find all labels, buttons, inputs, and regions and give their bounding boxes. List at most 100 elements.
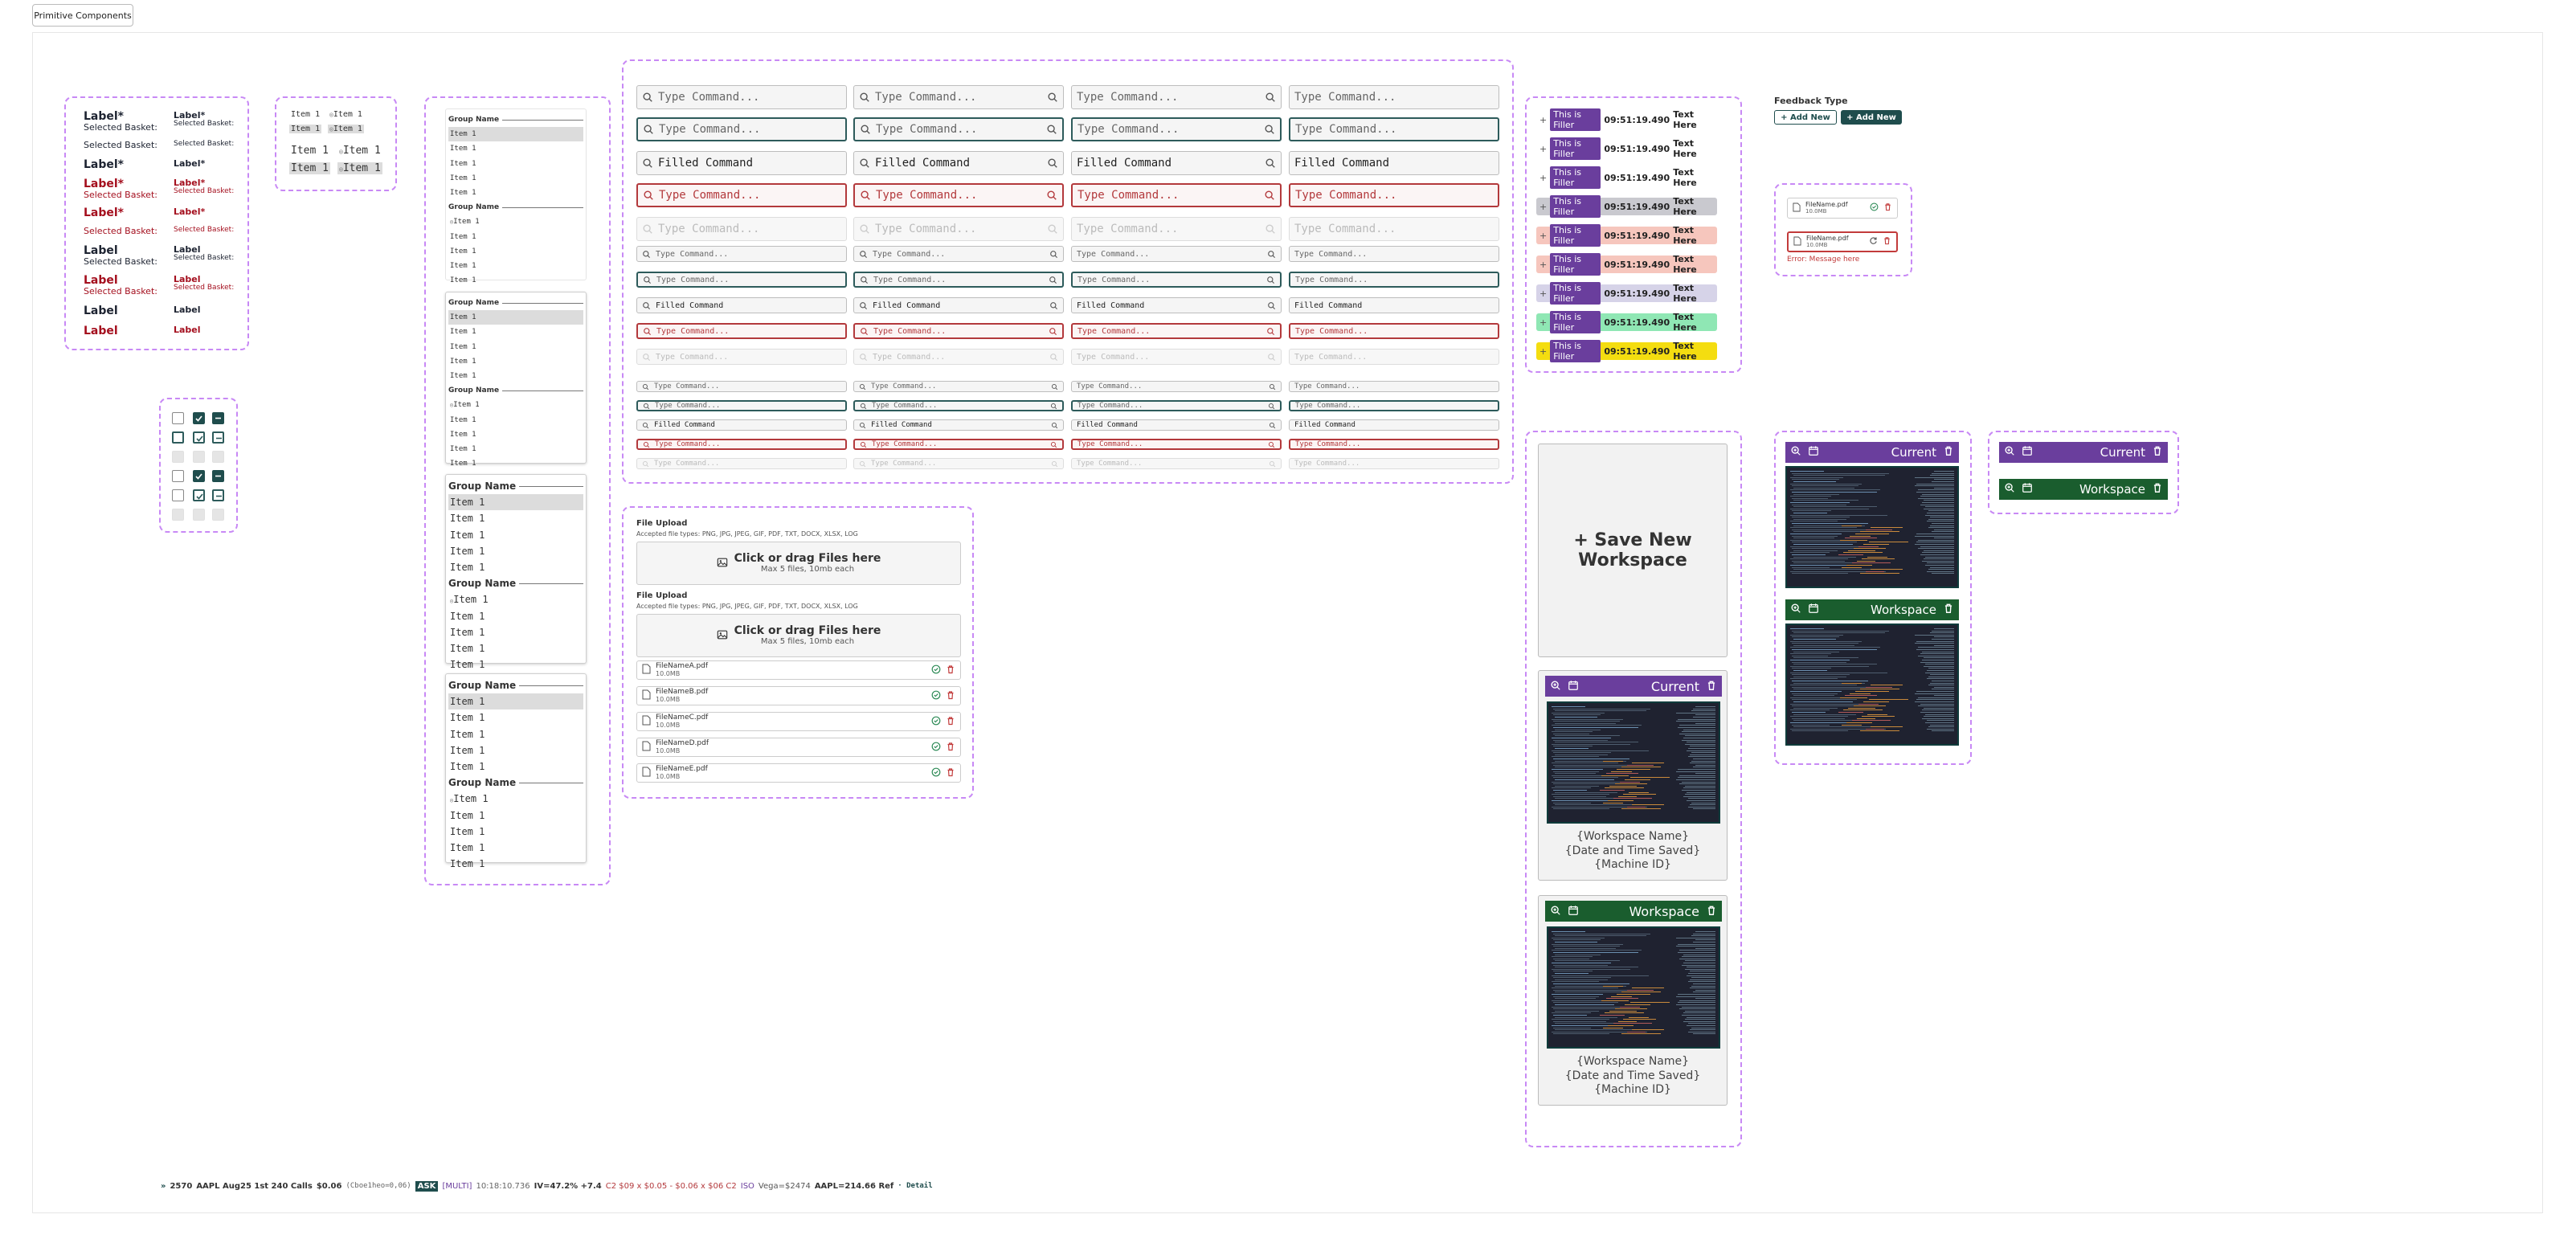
command-input[interactable]: Type Command... [636, 117, 847, 141]
group-item[interactable]: Item 1 [448, 259, 583, 273]
trash-icon[interactable] [946, 716, 955, 728]
trash-icon[interactable] [1706, 904, 1717, 919]
trash-icon[interactable] [946, 690, 955, 702]
group-item[interactable]: Item 1 [448, 559, 583, 575]
workspace-thumbnail[interactable] [1547, 926, 1720, 1049]
command-input[interactable]: Type Command... [1071, 439, 1282, 450]
zoom-icon[interactable] [1790, 603, 1801, 617]
trash-icon[interactable] [946, 664, 955, 677]
group-item[interactable]: Item 1 [448, 127, 583, 142]
checkbox[interactable] [193, 470, 205, 482]
group-item[interactable]: Item 1 [448, 427, 583, 442]
trash-icon[interactable] [1883, 236, 1891, 247]
command-input[interactable]: Type Command... [1289, 117, 1499, 141]
group-item[interactable]: Item 1 [448, 510, 583, 526]
command-input[interactable]: Filled Command [1289, 151, 1499, 175]
zoom-icon[interactable] [2004, 482, 2015, 497]
list-item-radio[interactable]: ◎Item 1 [337, 162, 382, 174]
command-input[interactable]: Type Command... [636, 183, 847, 207]
command-input[interactable]: Type Command... [1289, 272, 1499, 288]
command-input[interactable]: Type Command... [853, 117, 1064, 141]
retry-icon[interactable] [1869, 236, 1878, 247]
command-input[interactable]: Type Command... [1289, 400, 1499, 411]
trash-icon[interactable] [2152, 482, 2163, 497]
group-item[interactable]: Item 1 [448, 543, 583, 559]
command-input[interactable]: Type Command... [636, 246, 847, 262]
zoom-icon[interactable] [1550, 679, 1561, 694]
trash-icon[interactable] [1943, 445, 1954, 460]
command-input[interactable]: Type Command... [853, 439, 1064, 450]
checkbox[interactable] [212, 451, 224, 463]
group-item[interactable]: Item 1 [448, 354, 583, 369]
add-new-filled-button[interactable]: + Add New [1841, 110, 1902, 125]
calendar-icon[interactable] [2022, 445, 2033, 460]
trash-icon[interactable] [946, 767, 955, 779]
group-item[interactable]: Item 1 [448, 758, 583, 775]
command-input[interactable]: Type Command... [1071, 381, 1282, 392]
checkbox[interactable] [172, 470, 184, 482]
command-input[interactable]: Type Command... [1071, 117, 1282, 141]
list-item-radio[interactable]: ◎Item 1 [328, 110, 364, 119]
drop-zone[interactable]: Click or drag Files here Max 5 files, 10m… [636, 542, 961, 585]
command-input[interactable]: Type Command... [1071, 323, 1282, 339]
checkbox[interactable] [193, 431, 205, 444]
list-item[interactable]: Item 1 [289, 145, 330, 157]
group-item[interactable]: Item 1 [448, 742, 583, 758]
list-item[interactable]: Item 1 [289, 125, 322, 133]
command-input[interactable]: Filled Command [636, 297, 847, 313]
group-item[interactable]: Item 1 [448, 442, 583, 456]
checkbox[interactable] [193, 489, 205, 501]
command-input[interactable]: Type Command... [1289, 323, 1499, 339]
command-input[interactable]: Type Command... [1071, 246, 1282, 262]
command-input[interactable]: Type Command... [636, 381, 847, 392]
command-input[interactable]: Type Command... [1071, 85, 1282, 109]
group-item[interactable]: ◎Item 1 [448, 215, 583, 229]
group-item[interactable]: Item 1 [448, 273, 583, 288]
group-item[interactable]: Item 1 [448, 456, 583, 471]
tab-primitive-components[interactable]: Primitive Components [32, 4, 133, 27]
calendar-icon[interactable] [1568, 679, 1579, 694]
ticker-detail-link[interactable]: · Detail [898, 1182, 932, 1190]
checkbox[interactable] [172, 412, 184, 424]
list-item-radio[interactable]: ◎Item 1 [337, 145, 382, 157]
zoom-icon[interactable] [1790, 445, 1801, 460]
workspace-thumbnail[interactable] [1547, 701, 1720, 824]
command-input[interactable]: Type Command... [636, 272, 847, 288]
command-input[interactable]: Type Command... [1289, 85, 1499, 109]
group-item[interactable]: ◎Item 1 [448, 591, 583, 607]
command-input[interactable]: Type Command... [1289, 183, 1499, 207]
command-input[interactable]: Type Command... [1071, 183, 1282, 207]
checkbox[interactable] [212, 431, 224, 444]
trash-icon[interactable] [1943, 603, 1954, 617]
checkbox[interactable] [172, 451, 184, 463]
workspace-thumbnail[interactable] [1785, 624, 1959, 746]
command-input[interactable]: Type Command... [1289, 381, 1499, 392]
command-input[interactable]: Filled Command [1071, 151, 1282, 175]
trash-icon[interactable] [946, 742, 955, 754]
group-item[interactable]: Item 1 [448, 369, 583, 383]
group-item[interactable]: Item 1 [448, 171, 583, 186]
command-input[interactable]: Type Command... [853, 272, 1064, 288]
group-item[interactable]: Item 1 [448, 808, 583, 824]
group-item[interactable]: Item 1 [448, 726, 583, 742]
drop-zone[interactable]: Click or drag Files here Max 5 files, 10m… [636, 614, 961, 657]
save-new-workspace-button[interactable]: + Save New Workspace [1538, 444, 1728, 657]
checkbox[interactable] [193, 412, 205, 424]
command-input[interactable]: Type Command... [853, 400, 1064, 411]
zoom-icon[interactable] [2004, 445, 2015, 460]
group-item[interactable]: ◎Item 1 [448, 791, 583, 807]
command-input[interactable]: Filled Command [636, 151, 847, 175]
checkbox[interactable] [212, 509, 224, 521]
checkbox[interactable] [212, 470, 224, 482]
zoom-icon[interactable] [1550, 904, 1561, 919]
trash-icon[interactable] [1883, 202, 1892, 214]
calendar-icon[interactable] [1808, 603, 1819, 617]
group-item[interactable]: Item 1 [448, 608, 583, 624]
group-item[interactable]: ◎Item 1 [448, 398, 583, 412]
group-item[interactable]: Item 1 [448, 157, 583, 171]
command-input[interactable]: Type Command... [1071, 272, 1282, 288]
group-item[interactable]: Item 1 [448, 186, 583, 200]
command-input[interactable]: Type Command... [853, 323, 1064, 339]
group-item[interactable]: Item 1 [448, 693, 583, 710]
calendar-icon[interactable] [1808, 445, 1819, 460]
